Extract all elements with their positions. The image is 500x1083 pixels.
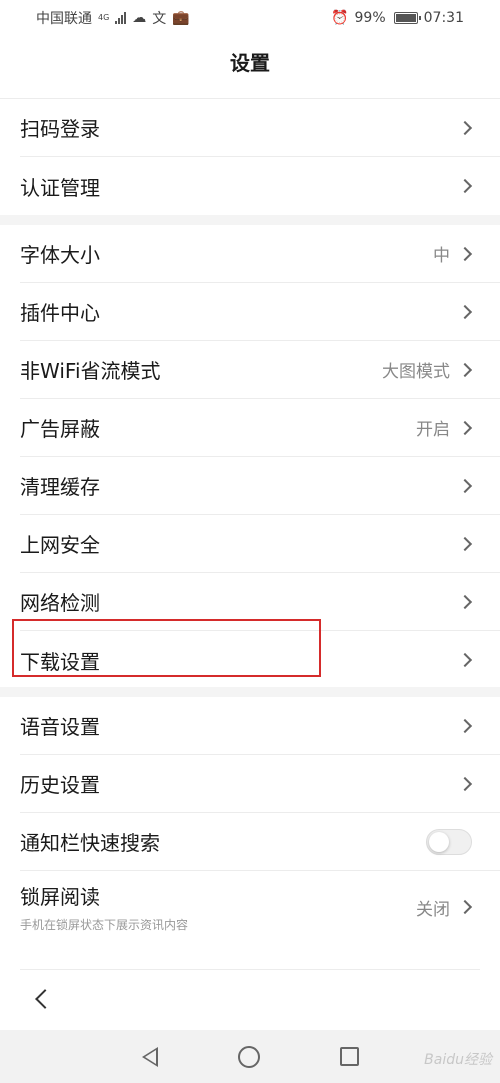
alarm-icon: ⏰ — [331, 10, 349, 26]
settings-item-plugin-center[interactable]: 插件中心 — [20, 283, 500, 341]
settings-group-account: 扫码登录 认证管理 — [0, 99, 500, 215]
settings-item-clear-cache[interactable]: 清理缓存 — [20, 457, 500, 515]
settings-item-network-check[interactable]: 网络检测 — [20, 573, 500, 631]
chevron-right-icon — [457, 899, 473, 915]
settings-group-general: 字体大小 中 插件中心 非WiFi省流模式 大图模式 广告屏蔽 开启 清理缓存 … — [0, 225, 500, 689]
settings-item-subtitle: 手机在锁屏状态下展示资讯内容 — [20, 918, 189, 932]
settings-item-label: 网络检测 — [20, 591, 100, 615]
nav-recent-apps-icon[interactable] — [339, 1047, 359, 1066]
settings-item-lockscreen-reading[interactable]: 锁屏阅读 手机在锁屏状态下展示资讯内容 关闭 — [20, 871, 500, 943]
settings-item-label: 下载设置 — [20, 649, 100, 674]
settings-item-label: 插件中心 — [20, 301, 100, 325]
settings-item-voice-settings[interactable]: 语音设置 — [20, 697, 500, 755]
notification-search-toggle[interactable] — [426, 828, 472, 855]
settings-item-label: 广告屏蔽 — [20, 417, 100, 441]
settings-item-label: 通知栏快速搜索 — [20, 831, 160, 855]
battery-icon — [393, 12, 421, 24]
chevron-right-icon — [457, 652, 473, 668]
briefcase-icon: 💼 — [172, 10, 190, 26]
watermark: Baidu经验 — [424, 1052, 492, 1068]
translate-icon: 文 — [152, 11, 167, 27]
battery-percent: 99% — [354, 10, 386, 26]
settings-item-download-settings[interactable]: 下载设置 — [20, 631, 500, 689]
settings-item-label: 语音设置 — [20, 715, 100, 739]
settings-item-ad-block[interactable]: 广告屏蔽 开启 — [20, 399, 500, 457]
bottom-back-bar — [0, 972, 500, 1030]
settings-item-notification-search: 通知栏快速搜索 — [20, 813, 500, 871]
settings-item-value: 开启 — [416, 420, 450, 440]
settings-item-label: 认证管理 — [20, 175, 100, 200]
settings-item-label: 非WiFi省流模式 — [20, 359, 161, 383]
clock-time: 07:31 — [423, 10, 464, 26]
page-title: 设置 — [230, 50, 270, 75]
app-header: 设置 — [0, 36, 500, 86]
chevron-right-icon — [457, 420, 473, 435]
status-right: ⏰ 99% 07:31 — [331, 10, 464, 26]
footer-divider — [20, 969, 480, 970]
chevron-right-icon — [457, 304, 473, 319]
back-arrow-icon[interactable] — [35, 989, 55, 1009]
settings-item-value: 关闭 — [416, 899, 450, 920]
settings-item-web-security[interactable]: 上网安全 — [20, 515, 500, 573]
section-divider — [0, 687, 500, 697]
chevron-right-icon — [457, 362, 473, 377]
settings-item-label: 清理缓存 — [20, 475, 100, 499]
carrier-label: 中国联通 — [36, 11, 92, 27]
settings-item-value: 中 — [433, 246, 450, 266]
chevron-right-icon — [457, 536, 473, 551]
section-divider — [0, 215, 500, 225]
nav-home-icon[interactable] — [237, 1045, 260, 1068]
settings-item-history-settings[interactable]: 历史设置 — [20, 755, 500, 813]
settings-item-auth-management[interactable]: 认证管理 — [20, 157, 500, 215]
status-left: 中国联通 4G ☁ 文 💼 — [36, 8, 190, 28]
settings-item-label: 扫码登录 — [20, 117, 100, 141]
chevron-right-icon — [457, 776, 473, 791]
settings-item-label: 历史设置 — [20, 773, 100, 797]
chevron-right-icon — [457, 718, 473, 733]
status-bar: 中国联通 4G ☁ 文 💼 ⏰ 99% 07:31 — [0, 0, 500, 36]
settings-item-label: 字体大小 — [20, 243, 100, 267]
chevron-right-icon — [457, 594, 473, 609]
chevron-right-icon — [457, 178, 473, 194]
cloud-download-icon: ☁ — [132, 10, 147, 26]
chevron-right-icon — [457, 478, 473, 493]
settings-item-font-size[interactable]: 字体大小 中 — [20, 225, 500, 283]
signal-icon — [115, 12, 127, 24]
network-type: 4G — [98, 13, 110, 22]
settings-group-misc: 语音设置 历史设置 通知栏快速搜索 锁屏阅读 手机在锁屏状态下展示资讯内容 关闭 — [0, 697, 500, 943]
nav-back-icon[interactable] — [141, 1046, 158, 1067]
settings-item-scan-login[interactable]: 扫码登录 — [20, 99, 500, 157]
chevron-right-icon — [457, 120, 473, 135]
settings-item-value: 大图模式 — [382, 362, 450, 382]
settings-item-label: 锁屏阅读 — [20, 885, 100, 909]
settings-item-label: 上网安全 — [20, 533, 100, 557]
settings-item-data-saver[interactable]: 非WiFi省流模式 大图模式 — [20, 341, 500, 399]
chevron-right-icon — [457, 246, 473, 261]
